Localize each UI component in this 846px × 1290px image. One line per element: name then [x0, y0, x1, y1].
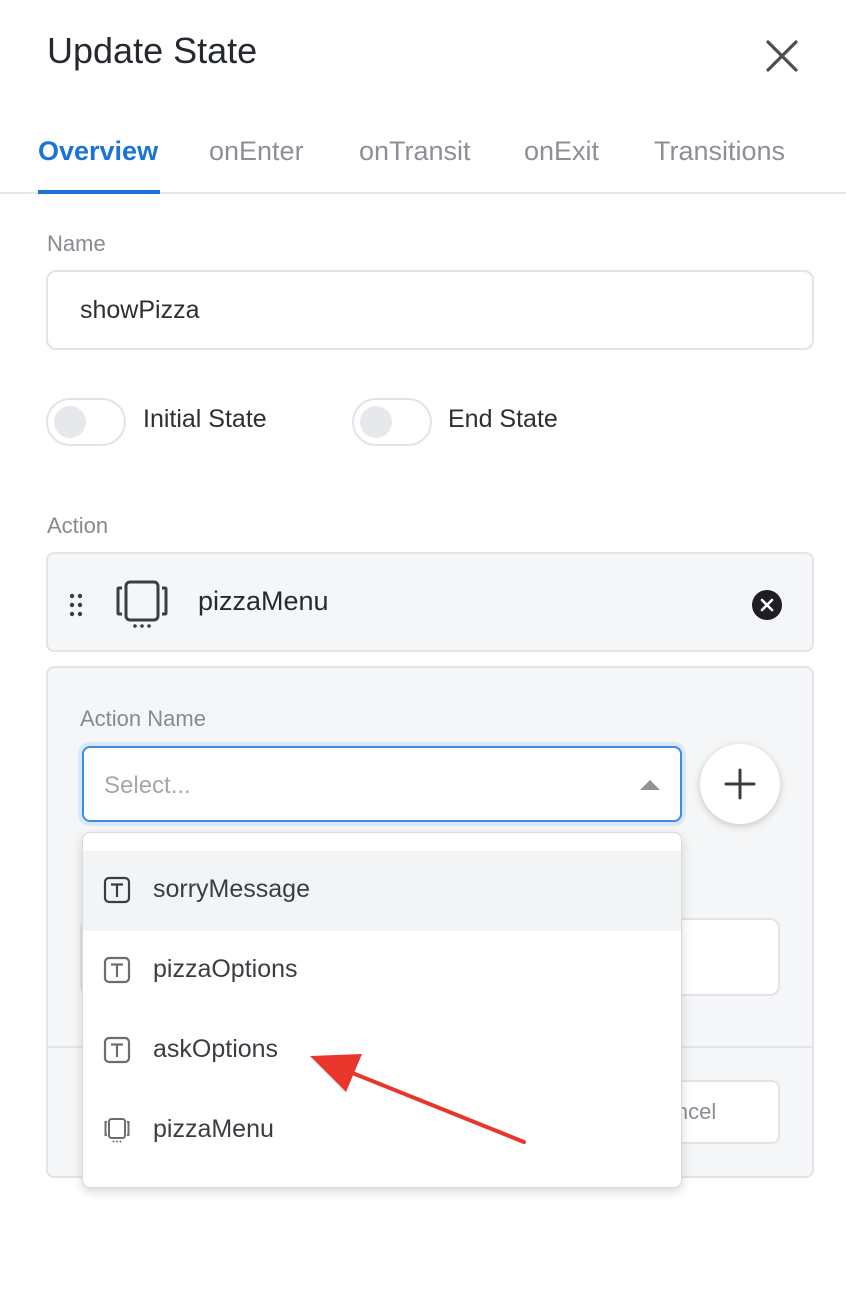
- dropdown-option[interactable]: pizzaMenu: [83, 1091, 681, 1171]
- tab-onexit[interactable]: onExit: [524, 136, 599, 167]
- action-name-label: Action Name: [80, 706, 206, 731]
- caret-up-icon: [640, 780, 660, 790]
- remove-action-button[interactable]: [752, 590, 782, 620]
- screen-icon: [104, 1118, 130, 1143]
- tab-bar: Overview onEnter onTransit onExit Transi…: [0, 118, 846, 194]
- close-button[interactable]: [760, 34, 804, 78]
- option-label: pizzaMenu: [153, 1115, 274, 1143]
- close-icon: [766, 40, 798, 72]
- text-icon: [103, 1036, 131, 1064]
- toggle-knob: [54, 406, 86, 438]
- action-card[interactable]: pizzaMenu: [46, 552, 814, 652]
- end-state-label: End State: [448, 405, 558, 433]
- action-dropdown-menu: sorryMessage pizzaOptions askOptions piz…: [82, 832, 682, 1188]
- text-icon: [103, 956, 131, 984]
- text-icon: [103, 876, 131, 904]
- select-placeholder: Select...: [104, 772, 191, 799]
- option-label: askOptions: [153, 1035, 279, 1063]
- screen-icon: [116, 580, 168, 628]
- action-label: Action: [47, 513, 109, 538]
- active-tab-indicator: [38, 190, 160, 194]
- plus-icon: [724, 768, 756, 800]
- add-action-button[interactable]: [700, 744, 780, 824]
- name-field[interactable]: showPizza: [46, 270, 814, 350]
- initial-state-toggle[interactable]: [46, 398, 126, 446]
- initial-state-label: Initial State: [143, 405, 267, 433]
- tab-transitions[interactable]: Transitions: [654, 136, 785, 167]
- toggle-knob: [360, 406, 392, 438]
- action-card-name: pizzaMenu: [198, 586, 329, 616]
- page-title: Update State: [47, 30, 258, 71]
- close-icon: [760, 598, 774, 612]
- tab-onenter[interactable]: onEnter: [209, 136, 304, 167]
- tab-ontransit[interactable]: onTransit: [359, 136, 471, 167]
- action-name-select[interactable]: Select...: [82, 746, 682, 822]
- dropdown-option[interactable]: sorryMessage: [83, 851, 681, 931]
- dropdown-option[interactable]: pizzaOptions: [83, 931, 681, 1011]
- end-state-toggle[interactable]: [352, 398, 432, 446]
- name-label: Name: [47, 231, 106, 256]
- drag-handle-icon[interactable]: [68, 592, 86, 618]
- option-label: pizzaOptions: [153, 955, 298, 983]
- option-label: sorryMessage: [153, 875, 310, 903]
- dropdown-option[interactable]: askOptions: [83, 1011, 681, 1091]
- tab-overview[interactable]: Overview: [38, 136, 158, 167]
